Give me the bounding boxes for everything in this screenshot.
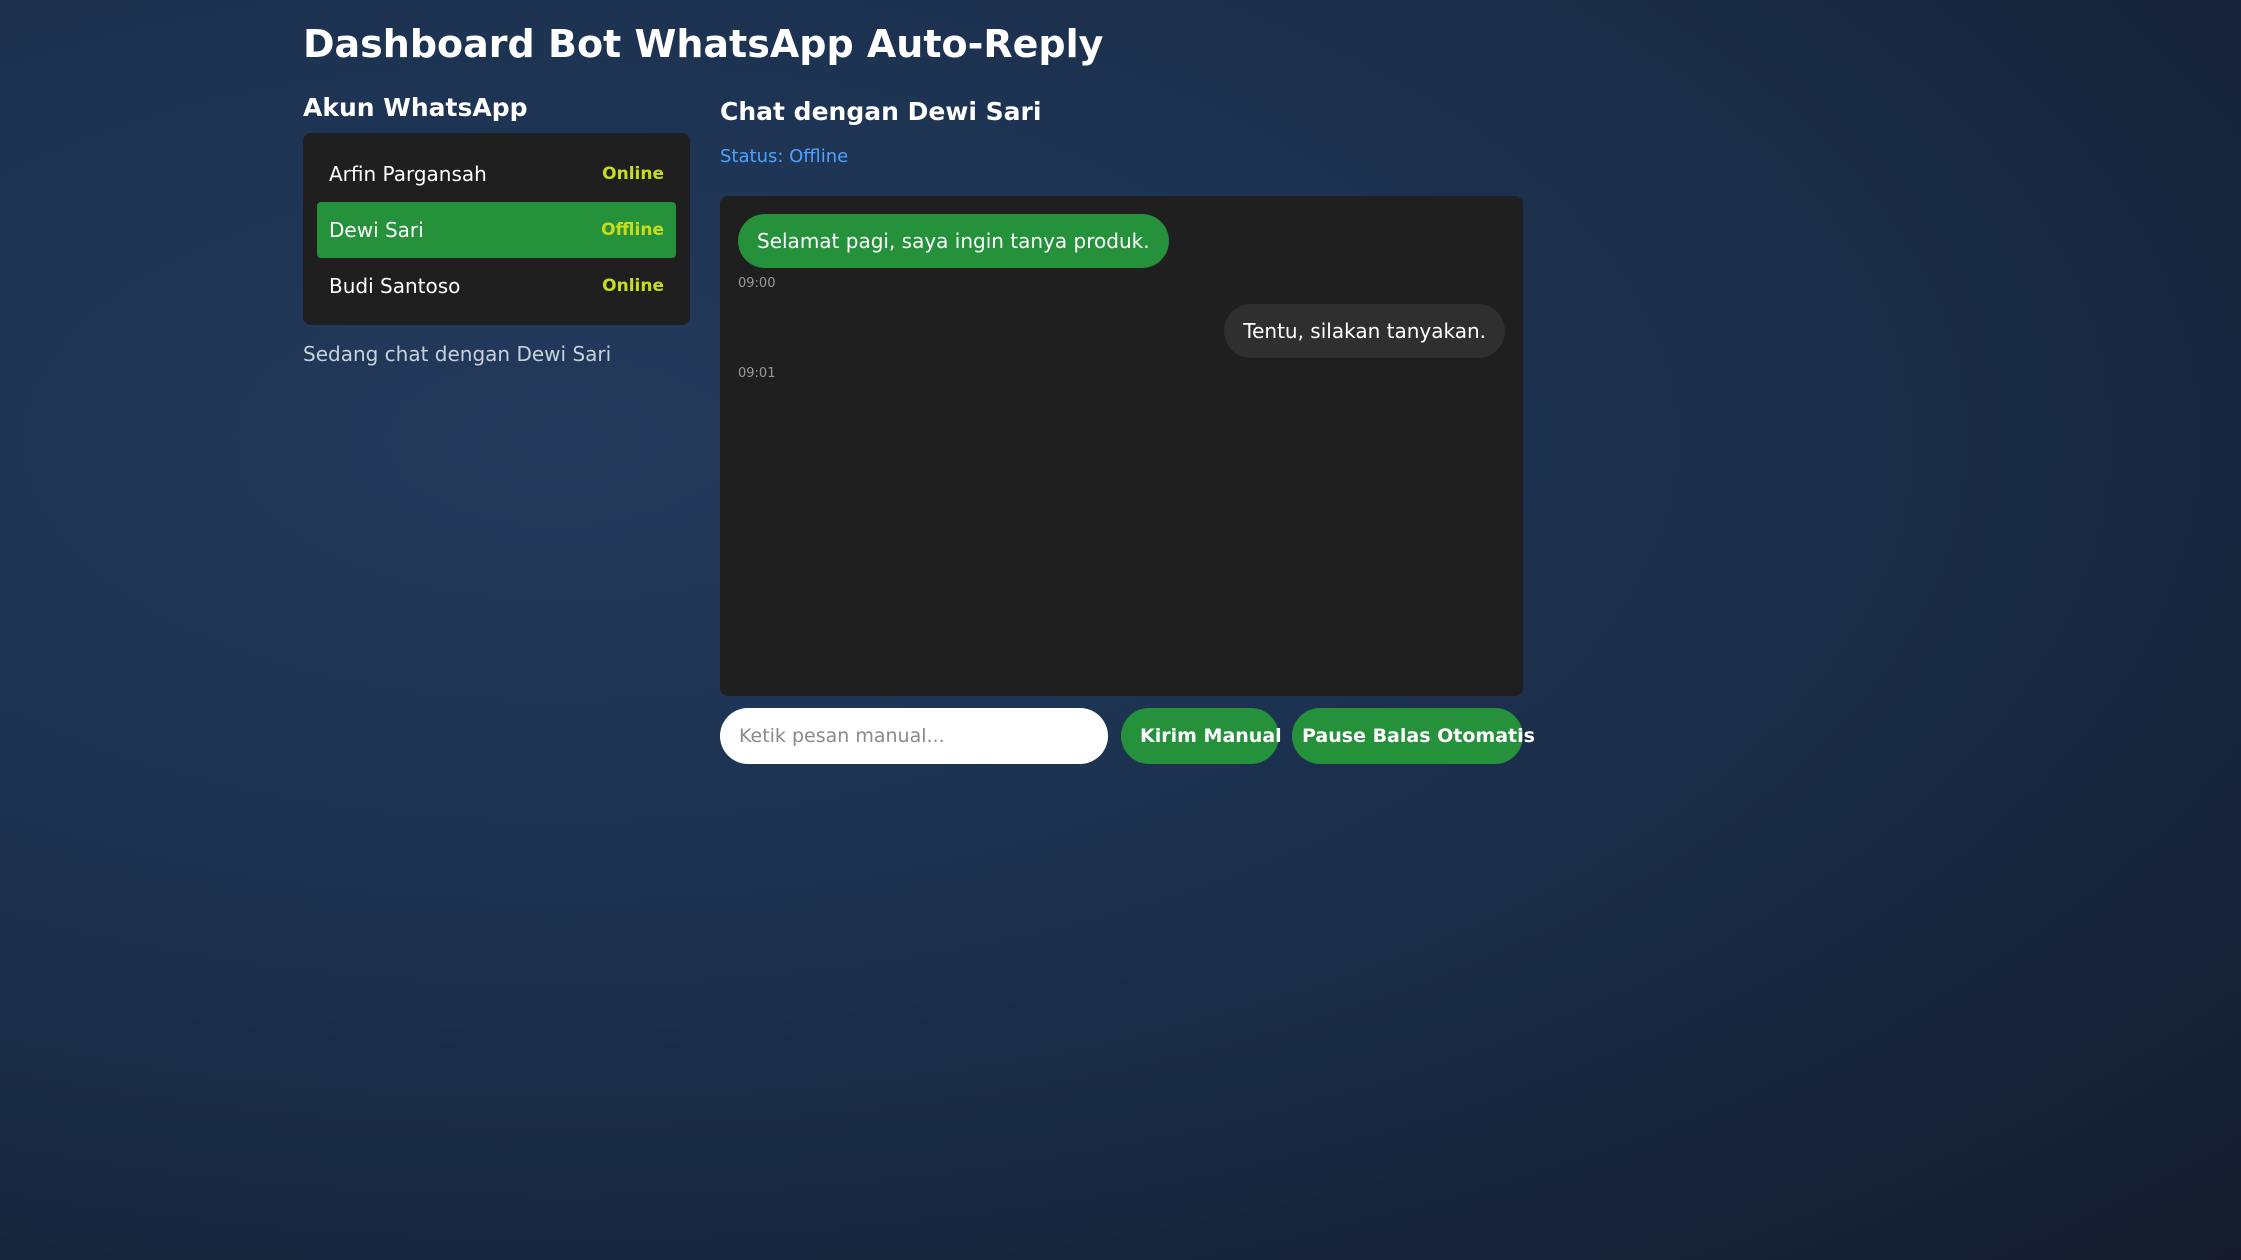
page-title: Dashboard Bot WhatsApp Auto-Reply xyxy=(303,22,1104,66)
pause-auto-reply-button[interactable]: Pause Balas Otomatis xyxy=(1292,708,1535,764)
chat-title: Chat dengan Dewi Sari xyxy=(720,97,1042,126)
message-bubble: Tentu, silakan tanyakan. xyxy=(1224,304,1505,358)
accounts-heading: Akun WhatsApp xyxy=(303,93,528,122)
account-item-dewi-sari[interactable]: Dewi Sari Offline xyxy=(317,202,676,258)
account-name: Dewi Sari xyxy=(329,218,424,242)
account-name: Budi Santoso xyxy=(329,274,461,298)
account-status-badge: Offline xyxy=(601,220,664,240)
message-timestamp: 09:00 xyxy=(738,276,776,291)
account-status-badge: Online xyxy=(602,276,664,296)
message-composer: Kirim Manual Pause Balas Otomatis xyxy=(720,708,1535,764)
message-timestamp: 09:01 xyxy=(738,366,776,381)
send-manual-button[interactable]: Kirim Manual xyxy=(1121,708,1282,764)
accounts-list: Arfin Pargansah Online Dewi Sari Offline… xyxy=(303,133,690,325)
message-outgoing: Tentu, silakan tanyakan. 09:01 xyxy=(738,304,1505,384)
account-item-arfin-pargansah[interactable]: Arfin Pargansah Online xyxy=(317,146,676,202)
account-item-budi-santoso[interactable]: Budi Santoso Online xyxy=(317,258,676,314)
chat-status: Status: Offline xyxy=(720,146,849,167)
message-bubble: Selamat pagi, saya ingin tanya produk. xyxy=(738,214,1169,268)
current-chat-indicator: Sedang chat dengan Dewi Sari xyxy=(303,342,612,366)
manual-message-input[interactable] xyxy=(720,708,1108,764)
chat-window[interactable]: Selamat pagi, saya ingin tanya produk. 0… xyxy=(720,196,1523,696)
account-status-badge: Online xyxy=(602,164,664,184)
message-incoming: Selamat pagi, saya ingin tanya produk. 0… xyxy=(738,214,1505,294)
account-name: Arfin Pargansah xyxy=(329,162,487,186)
